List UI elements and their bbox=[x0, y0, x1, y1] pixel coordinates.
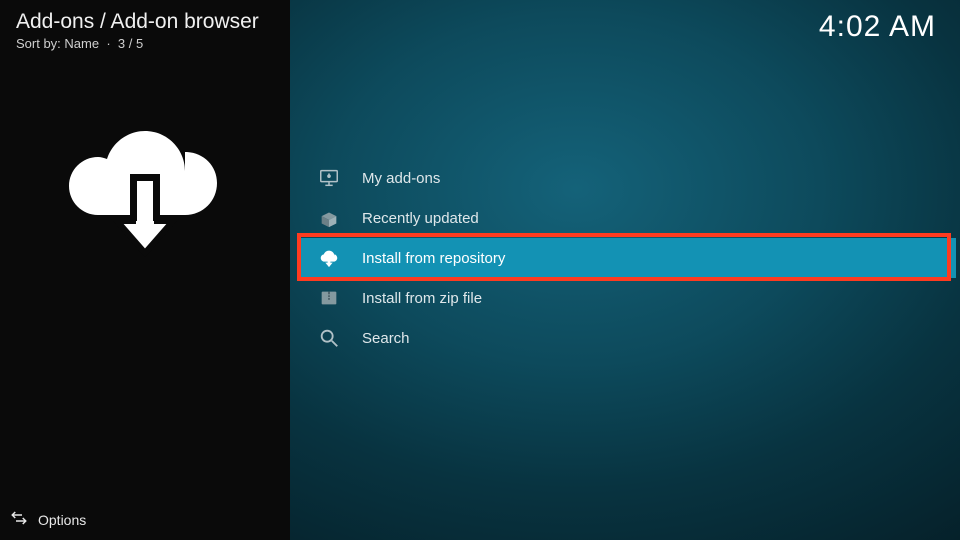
menu-item-label: My add-ons bbox=[362, 170, 440, 187]
position-indicator: 3 / 5 bbox=[118, 36, 143, 51]
breadcrumb: Add-ons / Add-on browser bbox=[0, 0, 290, 34]
clock: 4:02 AM bbox=[819, 10, 936, 44]
cloud-download-large-icon bbox=[65, 121, 225, 266]
menu-item-install-repository[interactable]: Install from repository bbox=[300, 238, 956, 278]
monitor-icon bbox=[318, 167, 340, 189]
sort-label: Sort by: Name bbox=[16, 36, 99, 51]
menu-item-label: Search bbox=[362, 330, 410, 347]
menu-item-recently-updated[interactable]: Recently updated bbox=[300, 198, 956, 238]
search-icon bbox=[318, 327, 340, 349]
sidebar-hero-icon-wrap bbox=[0, 121, 290, 266]
zip-icon bbox=[318, 287, 340, 309]
menu-item-label: Install from repository bbox=[362, 250, 505, 267]
menu-item-label: Install from zip file bbox=[362, 290, 482, 307]
sidebar: Add-ons / Add-on browser Sort by: Name ·… bbox=[0, 0, 290, 540]
box-open-icon bbox=[318, 207, 340, 229]
sort-indicator: Sort by: Name · 3 / 5 bbox=[0, 34, 290, 51]
cloud-download-icon bbox=[318, 247, 340, 269]
menu-list: My add-ons Recently updated Install from… bbox=[300, 158, 956, 358]
menu-item-search[interactable]: Search bbox=[300, 318, 956, 358]
options-icon bbox=[10, 509, 28, 530]
menu-item-install-zip[interactable]: Install from zip file bbox=[300, 278, 956, 318]
menu-item-my-addons[interactable]: My add-ons bbox=[300, 158, 956, 198]
options-label: Options bbox=[38, 512, 86, 528]
options-button[interactable]: Options bbox=[10, 509, 86, 530]
menu-item-label: Recently updated bbox=[362, 210, 479, 227]
